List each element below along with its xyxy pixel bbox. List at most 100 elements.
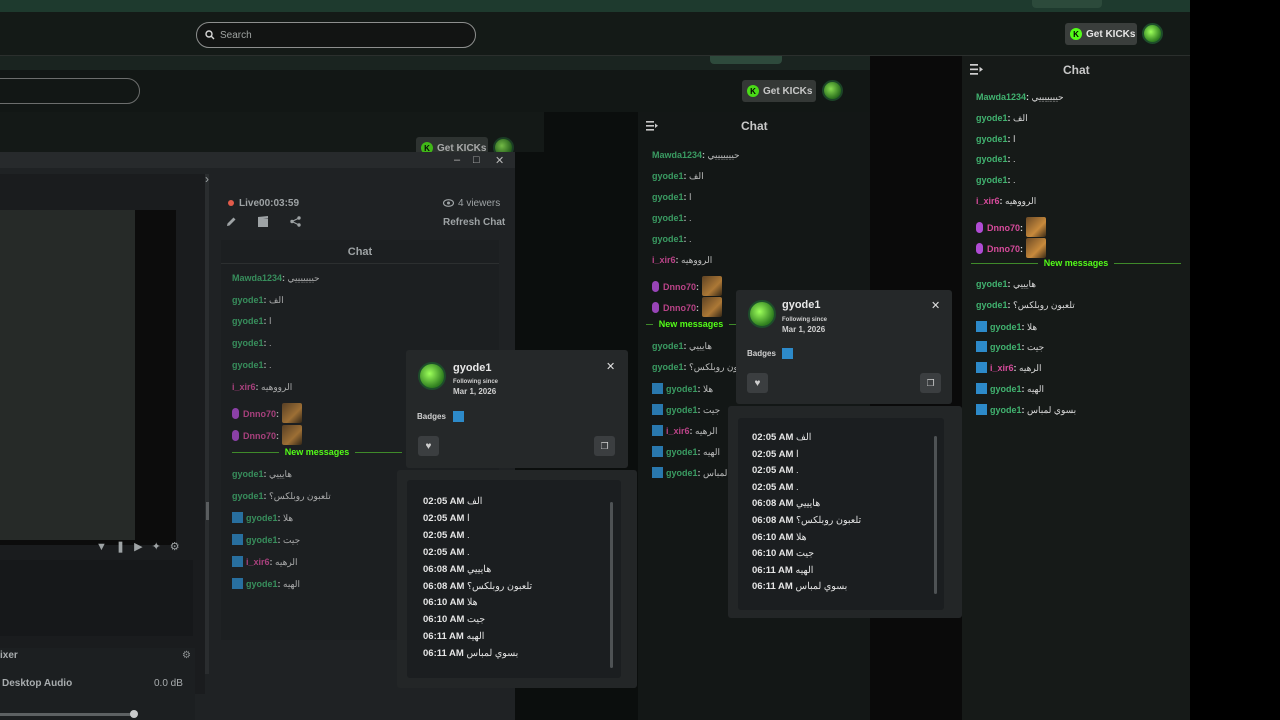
close-icon[interactable]: ✕ — [495, 154, 504, 167]
chat-username[interactable]: Mawda1234 — [976, 92, 1026, 102]
chat-message: gyode1: الف — [976, 113, 1028, 124]
splitter-handle[interactable] — [206, 502, 209, 520]
chat-username[interactable]: gyode1 — [666, 447, 698, 457]
chat-username[interactable]: Mawda1234 — [652, 150, 702, 160]
badge-icon — [453, 411, 464, 422]
chat-username[interactable]: Dnno70 — [243, 409, 276, 419]
chat-username[interactable]: gyode1 — [232, 360, 264, 370]
chat-title: Chat — [1063, 63, 1090, 77]
chat-username[interactable]: gyode1 — [232, 295, 264, 305]
history-text: هايييي — [796, 498, 821, 510]
history-text: تلعبون روبلكس؟ — [796, 515, 862, 526]
chat-text: . — [689, 213, 692, 223]
chat-username[interactable]: Dnno70 — [987, 244, 1020, 254]
chat-username[interactable]: gyode1 — [246, 579, 278, 589]
volume-slider[interactable] — [0, 713, 137, 716]
live-status-text: Live00:03:59 — [239, 198, 300, 209]
chat-username[interactable]: gyode1 — [652, 234, 684, 244]
chat-username[interactable]: gyode1 — [246, 535, 278, 545]
nested-get-kicks-button: K Get KICKs — [742, 80, 816, 102]
copy-button[interactable]: ❐ — [594, 436, 615, 456]
chat-username[interactable]: gyode1 — [652, 213, 684, 223]
maximize-icon[interactable]: □ — [473, 154, 480, 166]
badge-icon — [976, 341, 987, 353]
chevron-right-icon[interactable]: › — [205, 172, 209, 186]
pencil-icon[interactable] — [226, 216, 237, 227]
refresh-chat-button[interactable]: Refresh Chat — [443, 217, 505, 228]
history-entry: 06:10 AM جيت — [752, 548, 814, 559]
emote-image — [701, 297, 722, 317]
chat-username[interactable]: i_xir6 — [652, 255, 676, 265]
chat-username[interactable]: Dnno70 — [243, 431, 276, 441]
chat-username[interactable]: gyode1 — [976, 134, 1008, 144]
splitter[interactable] — [205, 174, 209, 674]
chat-username[interactable]: Dnno70 — [663, 282, 696, 292]
get-kicks-button[interactable]: K Get KICKs — [1065, 23, 1137, 45]
chat-username[interactable]: gyode1 — [232, 469, 264, 479]
clapper-icon[interactable] — [258, 216, 270, 227]
chat-username[interactable]: i_xir6 — [666, 426, 690, 436]
user-card-username: gyode1 — [453, 362, 492, 374]
copy-button[interactable]: ❐ — [920, 373, 941, 393]
chat-username[interactable]: gyode1 — [652, 341, 684, 351]
search-input[interactable]: Search — [196, 22, 476, 48]
chat-username[interactable]: gyode1 — [246, 513, 278, 523]
media-controls[interactable]: ▼❚▶✦⚙ — [96, 540, 189, 553]
chat-username[interactable]: i_xir6 — [246, 557, 270, 567]
chat-username[interactable]: gyode1 — [976, 175, 1008, 185]
follow-heart-button[interactable]: ♥ — [747, 373, 768, 393]
chat-username[interactable]: gyode1 — [976, 279, 1008, 289]
chat-username[interactable]: gyode1 — [990, 342, 1022, 352]
browser-header: Search K Get KICKs — [0, 12, 1190, 56]
new-messages-label: New messages — [1043, 258, 1109, 268]
chat-username[interactable]: i_xir6 — [990, 363, 1014, 373]
chat-username[interactable]: gyode1 — [232, 338, 264, 348]
mic-icon — [232, 429, 239, 441]
gear-icon[interactable]: ⚙ — [182, 650, 191, 661]
user-avatar[interactable] — [1142, 23, 1163, 44]
chat-message: Dnno70: — [976, 237, 1046, 258]
chat-username[interactable]: i_xir6 — [232, 382, 256, 392]
chat-collapse-icon[interactable] — [970, 64, 983, 75]
chat-text: . — [269, 338, 272, 349]
scrollbar[interactable] — [610, 502, 613, 668]
sources-list — [0, 560, 193, 636]
emote-image — [281, 424, 302, 445]
volume-slider-handle[interactable] — [130, 710, 138, 718]
chat-username[interactable]: gyode1 — [990, 384, 1022, 394]
chat-username[interactable]: gyode1 — [990, 322, 1022, 332]
follow-heart-button[interactable]: ♥ — [418, 436, 439, 456]
chat-username[interactable]: Mawda1234 — [232, 273, 282, 283]
chat-text: جيت — [1027, 342, 1045, 353]
chat-username[interactable]: gyode1 — [652, 362, 684, 372]
chat-username[interactable]: gyode1 — [990, 405, 1022, 415]
chat-username[interactable]: gyode1 — [666, 405, 698, 415]
minimize-icon[interactable]: – — [454, 154, 460, 166]
search-placeholder: Search — [220, 29, 252, 41]
chat-text: هلا — [703, 384, 714, 394]
share-icon[interactable] — [290, 216, 301, 227]
chat-username[interactable]: Dnno70 — [663, 303, 696, 313]
chat-username[interactable]: gyode1 — [652, 171, 684, 181]
history-text: . — [796, 465, 799, 477]
tab-ask-google[interactable] — [1032, 0, 1102, 8]
divider-line — [355, 451, 403, 453]
chat-message: gyode1: . — [652, 234, 692, 244]
scrollbar[interactable] — [934, 436, 937, 594]
chat-text: حيييييييي — [707, 150, 740, 160]
chat-username[interactable]: gyode1 — [652, 192, 684, 202]
chat-separator: : — [276, 430, 282, 441]
chat-username[interactable]: gyode1 — [976, 154, 1008, 164]
close-icon[interactable]: ✕ — [606, 360, 615, 373]
chat-text: ا — [689, 192, 692, 202]
chat-username[interactable]: gyode1 — [232, 316, 264, 326]
chat-username[interactable]: gyode1 — [976, 300, 1008, 310]
chat-username[interactable]: gyode1 — [666, 468, 698, 478]
close-icon[interactable]: ✕ — [931, 299, 940, 312]
chat-username[interactable]: i_xir6 — [976, 196, 1000, 206]
chat-username[interactable]: Dnno70 — [987, 223, 1020, 233]
chat-username[interactable]: gyode1 — [232, 491, 264, 501]
chat-username[interactable]: gyode1 — [976, 113, 1008, 123]
chat-username[interactable]: gyode1 — [666, 384, 698, 394]
chat-separator: : — [696, 303, 702, 313]
